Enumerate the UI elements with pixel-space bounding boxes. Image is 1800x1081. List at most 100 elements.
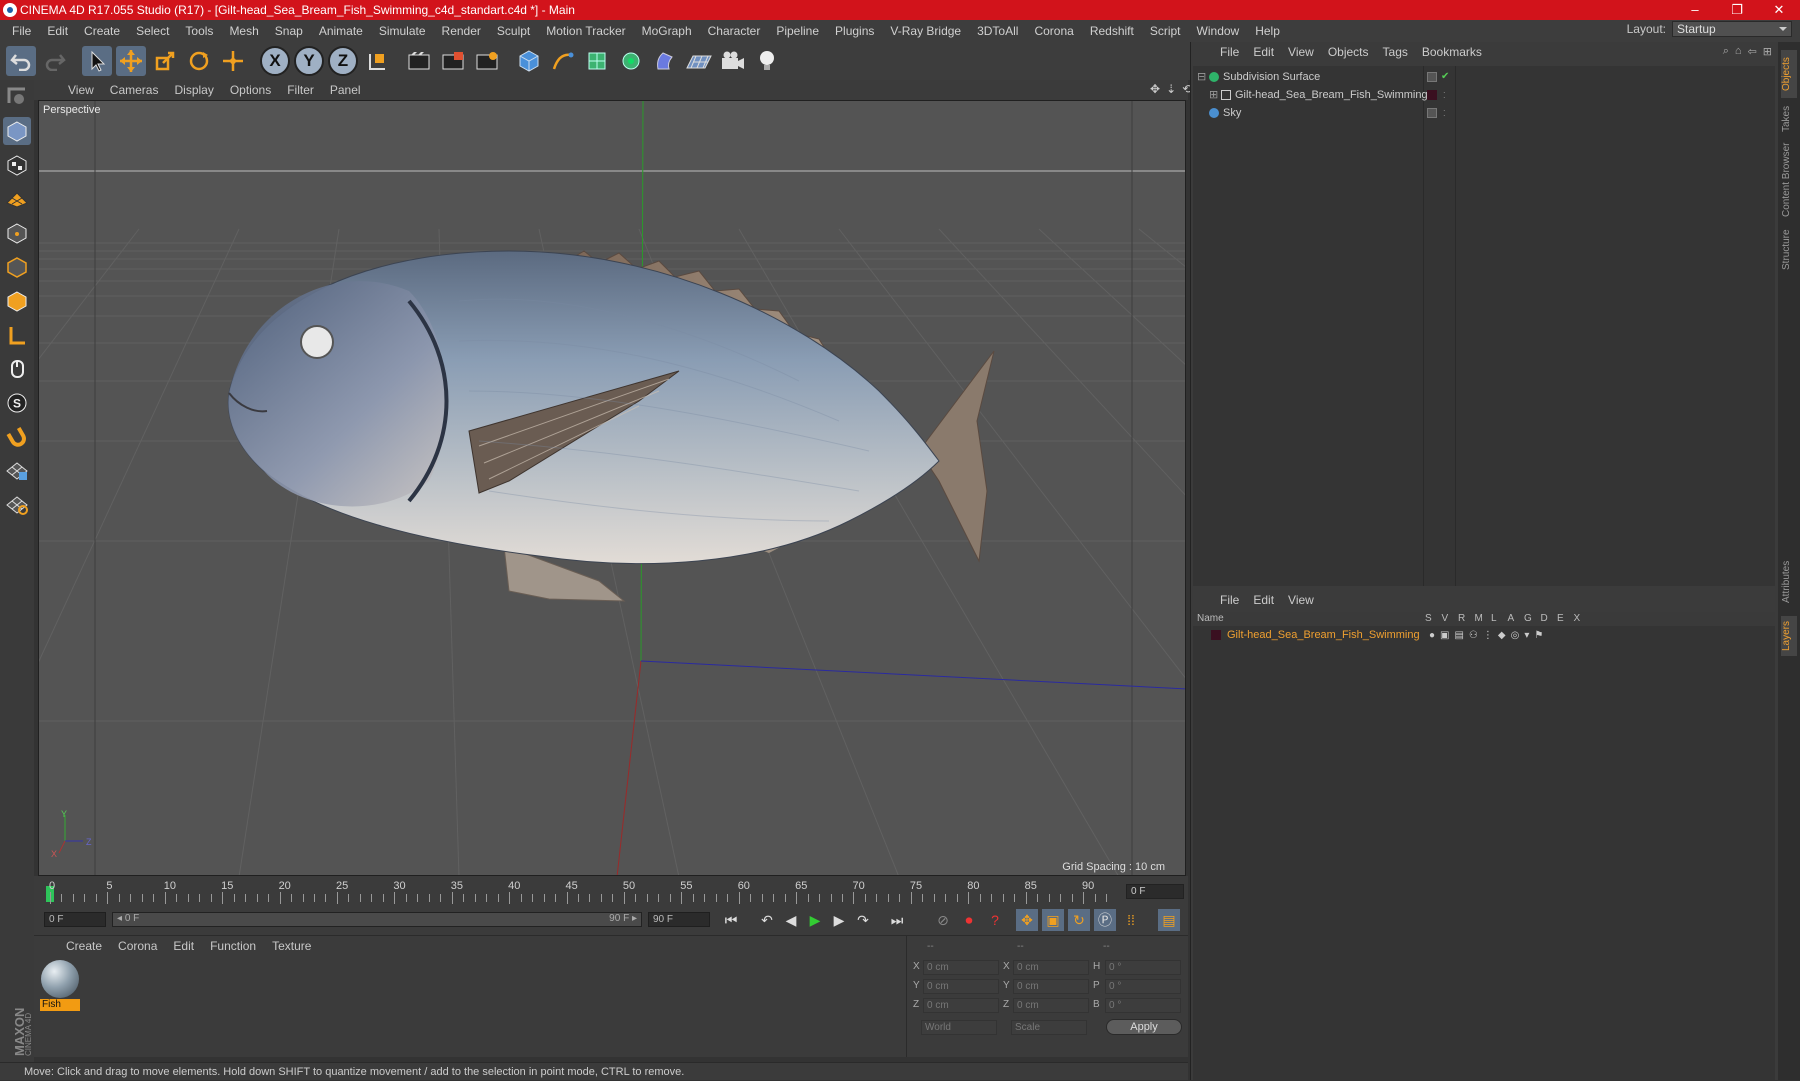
end-frame-field[interactable]: 90 F [648, 912, 710, 927]
rotation-b-field[interactable]: 0 ° [1105, 998, 1181, 1013]
tab-structure[interactable]: Structure [1781, 224, 1797, 276]
viewport-menu-display[interactable]: Display [166, 83, 221, 97]
close-button[interactable]: ✕ [1758, 0, 1800, 20]
position-y-field[interactable]: 0 cm [923, 979, 999, 994]
expand-icon[interactable]: ⊟ [1197, 68, 1206, 86]
layer-row-fish[interactable]: Gilt-head_Sea_Bream_Fish_Swimming ●▣▤⚇⋮◆… [1193, 626, 1775, 644]
render-settings-icon[interactable] [472, 46, 502, 76]
size-x-field[interactable]: 0 cm [1013, 960, 1089, 975]
layer-tag-icon[interactable] [1427, 108, 1437, 118]
rotation-p-field[interactable]: 0 ° [1105, 979, 1181, 994]
menu-help[interactable]: Help [1247, 20, 1288, 42]
layer-column-v[interactable]: V [1442, 613, 1449, 624]
material-menu-corona[interactable]: Corona [110, 939, 165, 953]
start-frame-field[interactable]: 0 F [44, 912, 106, 927]
render-view-icon[interactable] [404, 46, 434, 76]
layer-toggle-icons[interactable]: ●▣▤⚇⋮◆◎▾⚑ [1429, 627, 1548, 645]
tab-objects[interactable]: Objects [1781, 50, 1797, 98]
transform-icon[interactable] [218, 46, 248, 76]
render-region-icon[interactable] [438, 46, 468, 76]
home-icon[interactable]: ⌂ [1735, 45, 1742, 58]
key-param-icon[interactable]: Ⓟ [1094, 909, 1116, 931]
object-menu-bookmarks[interactable]: Bookmarks [1415, 45, 1489, 59]
menu-create[interactable]: Create [76, 20, 128, 42]
camera-icon[interactable] [718, 46, 748, 76]
material-fish[interactable]: Fish [40, 960, 80, 1012]
texture-mode-icon[interactable] [3, 117, 31, 145]
new-window-icon[interactable]: ⊞ [1763, 45, 1772, 58]
menu-pipeline[interactable]: Pipeline [768, 20, 827, 42]
key-position-icon[interactable]: ✥ [1016, 909, 1038, 931]
position-x-field[interactable]: 0 cm [923, 960, 999, 975]
menu-select[interactable]: Select [128, 20, 177, 42]
position-z-field[interactable]: 0 cm [923, 998, 999, 1013]
object-menu-edit[interactable]: Edit [1246, 45, 1281, 59]
layer-column-a[interactable]: A [1508, 613, 1515, 624]
tab-attributes[interactable]: Attributes [1781, 552, 1797, 612]
next-frame-icon[interactable]: ▶ [828, 909, 850, 931]
layer-menu-file[interactable]: File [1213, 593, 1246, 607]
tweak-icon[interactable] [3, 321, 31, 349]
select-arrow-icon[interactable] [82, 46, 112, 76]
snap-grid-icon[interactable] [3, 423, 31, 451]
tab-takes[interactable]: Takes [1781, 102, 1797, 136]
move-icon[interactable] [116, 46, 146, 76]
menu-render[interactable]: Render [434, 20, 489, 42]
material-menu-create[interactable]: Create [58, 939, 110, 953]
viewport-menu-panel[interactable]: Panel [322, 83, 369, 97]
perspective-viewport[interactable]: Y Z X Perspective Grid Spacing : 10 cm [38, 100, 1186, 876]
snap-settings-icon[interactable] [3, 491, 31, 519]
layout-dropdown[interactable]: Startup [1672, 21, 1792, 37]
nav-icon[interactable]: ⇦ [1748, 45, 1757, 58]
material-menu-function[interactable]: Function [202, 939, 264, 953]
undo-icon[interactable] [6, 46, 36, 76]
object-menu-view[interactable]: View [1281, 45, 1321, 59]
layer-menu-view[interactable]: View [1281, 593, 1321, 607]
viewport-menu-cameras[interactable]: Cameras [102, 83, 167, 97]
model-mode-icon[interactable] [3, 83, 31, 111]
cube-icon[interactable] [514, 46, 544, 76]
floor-icon[interactable] [684, 46, 714, 76]
menu-sculpt[interactable]: Sculpt [489, 20, 538, 42]
menu-edit[interactable]: Edit [39, 20, 76, 42]
visibility-dots-icon[interactable]: ⁚ [1443, 105, 1446, 123]
world-coord-icon[interactable] [362, 46, 392, 76]
key-scale-icon[interactable]: ▣ [1042, 909, 1064, 931]
layer-menu-edit[interactable]: Edit [1246, 593, 1281, 607]
deformer-icon[interactable] [650, 46, 680, 76]
layer-column-l[interactable]: L [1491, 613, 1497, 624]
viewport-menu-options[interactable]: Options [222, 83, 279, 97]
prev-key-icon[interactable]: ↶ [756, 909, 778, 931]
rotation-h-field[interactable]: 0 ° [1105, 960, 1181, 975]
size-mode-dropdown[interactable]: Scale [1011, 1020, 1087, 1035]
size-y-field[interactable]: 0 cm [1013, 979, 1089, 994]
layer-column-m[interactable]: M [1475, 613, 1483, 624]
coordinate-space-dropdown[interactable]: World [921, 1020, 997, 1035]
polygons-mode-icon[interactable] [3, 253, 31, 281]
axis-mode-icon[interactable] [3, 287, 31, 315]
rotate-icon[interactable] [184, 46, 214, 76]
menu-corona[interactable]: Corona [1026, 20, 1081, 42]
timeline-ruler[interactable]: 0 5 10 15 20 25 30 35 40 45 50 55 60 65 70 75 80 85 90 [46, 880, 1116, 906]
current-frame-field[interactable]: 0 F [1126, 884, 1184, 899]
search-icon[interactable]: ⌕ [1723, 45, 1729, 58]
snap-lock-icon[interactable] [3, 457, 31, 485]
auto-key-icon[interactable]: ? [984, 909, 1006, 931]
edges-mode-icon[interactable] [3, 219, 31, 247]
apply-button[interactable]: Apply [1106, 1019, 1182, 1035]
viewport-menu-filter[interactable]: Filter [279, 83, 322, 97]
minimize-button[interactable]: – [1674, 0, 1716, 20]
go-to-end-icon[interactable]: ⏭ [886, 909, 908, 931]
layer-column-x[interactable]: X [1574, 613, 1581, 624]
layer-color-swatch[interactable] [1211, 630, 1221, 640]
redo-icon[interactable] [40, 46, 70, 76]
material-menu-edit[interactable]: Edit [165, 939, 202, 953]
layer-column-r[interactable]: R [1458, 613, 1465, 624]
z-axis-icon[interactable]: Z [328, 46, 358, 76]
timeline-window-icon[interactable]: ▤ [1158, 909, 1180, 931]
prev-frame-icon[interactable]: ◀ [780, 909, 802, 931]
menu-mesh[interactable]: Mesh [221, 20, 266, 42]
pan-icon[interactable]: ✥ [1150, 82, 1160, 96]
restore-button[interactable]: ❐ [1716, 0, 1758, 20]
dolly-icon[interactable]: ⇣ [1166, 82, 1176, 96]
